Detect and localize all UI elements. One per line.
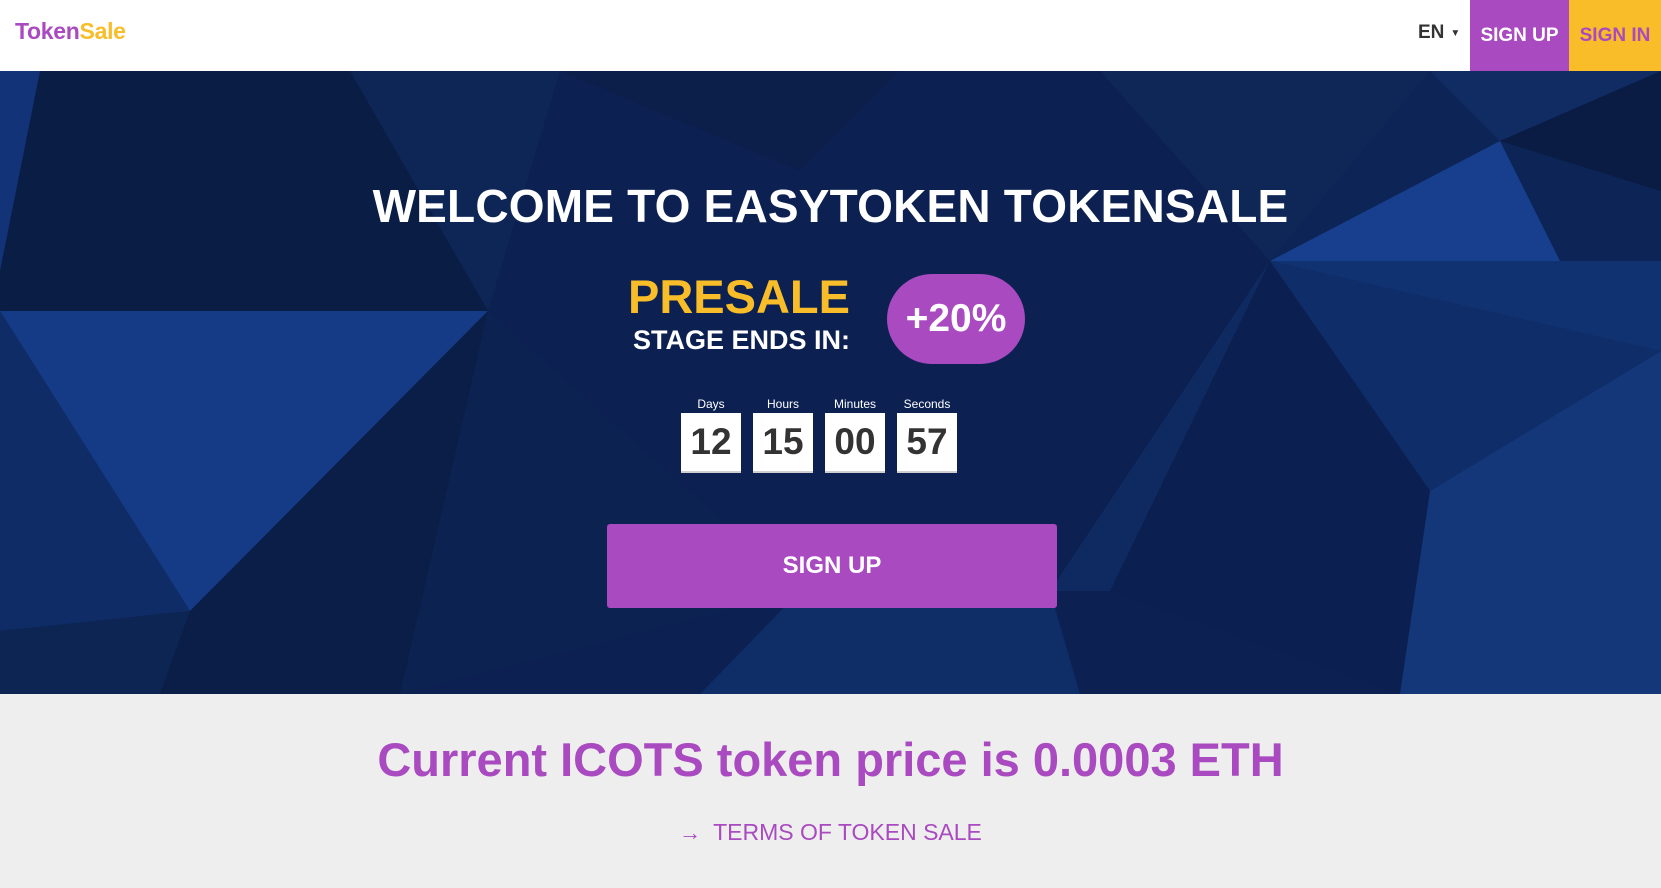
stage-name: PRESALE [628, 270, 850, 323]
logo-sale: Sale [79, 18, 126, 44]
stage-ends-label: STAGE ENDS IN: [632, 325, 850, 355]
top-navbar: TokenSale EN ▼ SIGN UP SIGN IN [0, 0, 1661, 71]
countdown-label: Seconds [903, 397, 951, 411]
countdown-value: 00 [825, 413, 885, 473]
countdown-value: 12 [681, 413, 741, 473]
countdown-minutes: Minutes 00 [825, 396, 885, 473]
countdown-label: Days [697, 397, 725, 411]
countdown-seconds: Seconds 57 [897, 396, 957, 473]
logo-token: Token [15, 18, 80, 44]
hero-section: WELCOME TO EASYTOKEN TOKENSALE PRESALE S… [0, 71, 1661, 694]
countdown-label: Hours [766, 397, 799, 411]
header-signup-button[interactable]: SIGN UP [1470, 0, 1569, 71]
countdown-value: 57 [897, 413, 957, 473]
language-selector[interactable]: EN ▼ [1418, 22, 1460, 44]
countdown-label: Minutes [833, 397, 877, 411]
hero-title: WELCOME TO EASYTOKEN TOKENSALE [372, 180, 1289, 232]
countdown-value: 15 [753, 413, 813, 473]
terms-label: TERMS OF TOKEN SALE [713, 819, 982, 845]
hero-signup-button[interactable]: SIGN UP [607, 524, 1057, 608]
language-label: EN [1418, 22, 1445, 43]
caret-down-icon: ▼ [1450, 27, 1461, 39]
countdown-days: Days 12 [681, 396, 741, 473]
countdown-timer: Days 12 Hours 15 Minutes 00 Seconds 57 [0, 396, 1661, 473]
price-section: Current ICOTS token price is 0.0003 ETH … [0, 694, 1661, 888]
logo[interactable]: TokenSale [15, 18, 126, 45]
arrow-right-icon: → [679, 819, 702, 845]
terms-link[interactable]: → TERMS OF TOKEN SALE [0, 819, 1661, 846]
token-price-heading: Current ICOTS token price is 0.0003 ETH [377, 733, 1284, 786]
countdown-hours: Hours 15 [753, 396, 813, 473]
bonus-badge: +20% [887, 274, 1025, 364]
header-signin-button[interactable]: SIGN IN [1569, 0, 1661, 71]
